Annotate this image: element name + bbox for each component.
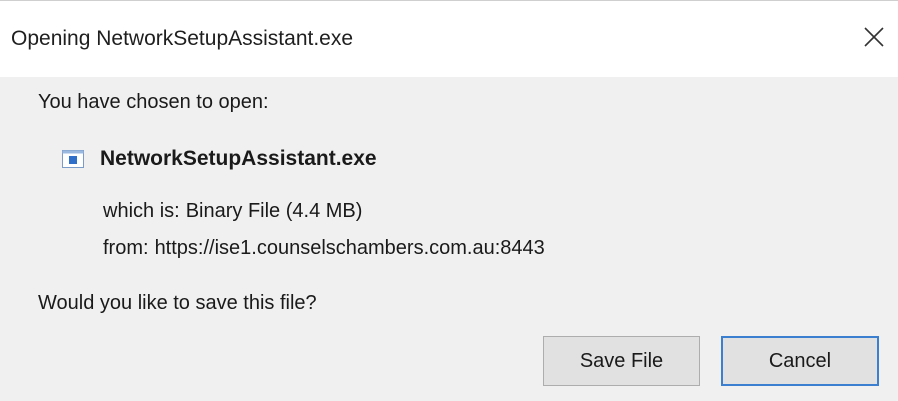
file-source-line: from: https://ise1.counselschambers.com.a… [103, 237, 545, 260]
save-question: Would you like to save this file? [38, 292, 317, 314]
file-source-url: https://ise1.counselschambers.com.au:844… [154, 237, 545, 259]
file-name: NetworkSetupAssistant.exe [100, 147, 377, 170]
file-source-label: from: [103, 237, 149, 259]
file-row: NetworkSetupAssistant.exe [62, 145, 377, 173]
close-button[interactable] [856, 19, 892, 55]
intro-text: You have chosen to open: [38, 91, 269, 113]
window-title: Opening NetworkSetupAssistant.exe [11, 27, 354, 50]
cancel-button[interactable]: Cancel [721, 336, 879, 386]
save-file-dialog: Opening NetworkSetupAssistant.exe You ha… [0, 0, 898, 401]
close-icon [864, 27, 884, 47]
file-type-line: which is: Binary File (4.4 MB) [103, 200, 362, 223]
title-bar[interactable]: Opening NetworkSetupAssistant.exe [0, 1, 898, 77]
executable-file-icon [62, 150, 84, 168]
file-type-value: Binary File (4.4 MB) [185, 200, 363, 222]
save-file-button[interactable]: Save File [543, 336, 700, 386]
file-type-label: which is: [103, 200, 180, 222]
